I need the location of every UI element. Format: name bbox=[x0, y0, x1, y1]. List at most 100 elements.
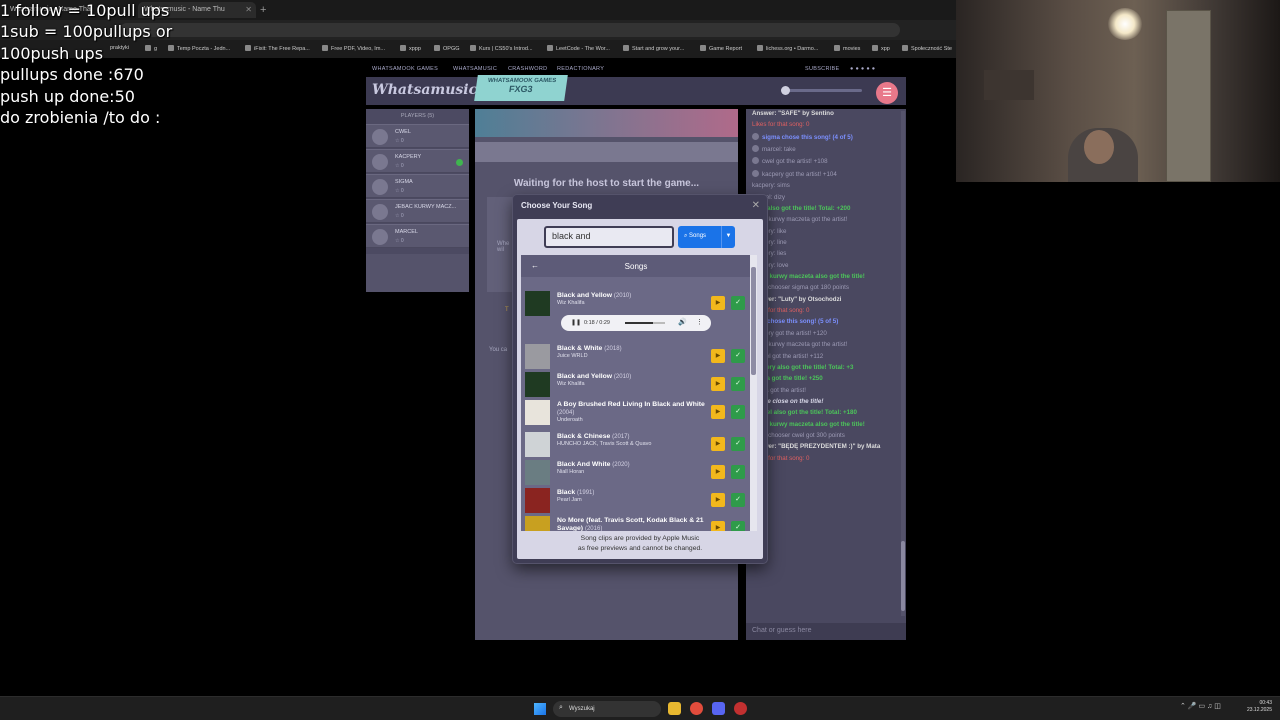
chat-scrollbar-thumb[interactable] bbox=[901, 541, 905, 611]
audio-progress-bar[interactable] bbox=[625, 322, 665, 324]
chat-message-text: kacpery also got the title! Total: +3 bbox=[752, 363, 854, 371]
nav-link-whatsamusic[interactable]: WHATSAMUSIC bbox=[453, 66, 497, 72]
player-row: KACPERY ☆ 0 bbox=[366, 149, 469, 173]
bookmark[interactable]: xppp bbox=[400, 45, 421, 52]
webcam-shelf bbox=[984, 70, 1034, 100]
volume-slider-knob[interactable] bbox=[781, 86, 790, 95]
volume-icon[interactable]: 🔊 bbox=[678, 318, 687, 326]
play-preview-icon[interactable]: ▶ bbox=[711, 437, 725, 451]
more-options-icon[interactable]: ⋮ bbox=[696, 318, 703, 326]
play-preview-icon[interactable]: ▶ bbox=[711, 493, 725, 507]
chat-scrollbar[interactable] bbox=[901, 111, 905, 616]
play-preview-icon[interactable]: ▶ bbox=[711, 377, 725, 391]
play-preview-icon[interactable]: ▶ bbox=[711, 465, 725, 479]
bookmark[interactable]: Kurs | CS50's Introd... bbox=[470, 45, 533, 52]
chat-input[interactable]: Chat or guess here bbox=[746, 623, 906, 640]
bookmark[interactable]: Społeczność Ste bbox=[902, 45, 952, 52]
select-song-icon[interactable]: ✓ bbox=[731, 465, 745, 479]
back-arrow-icon[interactable]: ← bbox=[531, 261, 539, 270]
song-result-row[interactable]: Black and Yellow (2010) Wiz Khalifa ▶ ✓ bbox=[521, 370, 749, 398]
file-explorer-icon[interactable] bbox=[668, 702, 681, 715]
opera-icon[interactable] bbox=[734, 702, 747, 715]
nav-link-crashword[interactable]: CRASHWORD bbox=[508, 66, 547, 72]
folder-icon bbox=[400, 45, 406, 51]
chat-message: You're close on the title! bbox=[748, 397, 900, 408]
chat-message: Likes for that song: 0 bbox=[748, 306, 900, 317]
chat-message: kacpery: line bbox=[748, 238, 900, 249]
song-year: (2010) bbox=[613, 374, 632, 380]
song-title-text: A Boy Brushed Red Living In Black and Wh… bbox=[557, 401, 705, 408]
bookmark[interactable]: OPGG bbox=[434, 45, 460, 52]
album-art bbox=[525, 344, 550, 369]
volume-slider[interactable] bbox=[781, 86, 862, 95]
nav-link-redactionary[interactable]: REDACTIONARY bbox=[557, 66, 604, 72]
search-songs-button[interactable]: ⌕ Songs ▼ bbox=[678, 226, 735, 248]
song-result-row[interactable]: A Boy Brushed Red Living In Black and Wh… bbox=[521, 398, 749, 426]
select-song-icon[interactable]: ✓ bbox=[731, 521, 745, 531]
folder-icon bbox=[834, 45, 840, 51]
nav-link-subscribe[interactable]: SUBSCRIBE bbox=[805, 66, 840, 72]
select-song-icon[interactable]: ✓ bbox=[731, 493, 745, 507]
song-result-row[interactable]: No More (feat. Travis Scott, Kodak Black… bbox=[521, 514, 749, 531]
play-preview-icon[interactable]: ▶ bbox=[711, 349, 725, 363]
windows-start-icon[interactable] bbox=[534, 703, 546, 715]
song-result-row[interactable]: Black (1991) Pearl Jam ▶ ✓ bbox=[521, 486, 749, 514]
pause-icon[interactable]: ❚❚ bbox=[571, 319, 581, 326]
chat-message: jebac kurwy maczeta also got the title! bbox=[748, 272, 900, 283]
hamburger-menu-icon[interactable]: ☰ bbox=[876, 82, 898, 104]
play-preview-icon[interactable]: ▶ bbox=[711, 296, 725, 310]
song-result-row[interactable]: Black and Yellow (2010) Wiz Khalifa ▶ ✓ bbox=[521, 289, 749, 317]
chrome-icon[interactable] bbox=[690, 702, 703, 715]
song-result-row[interactable]: Black And White (2020) Niall Horan ▶ ✓ bbox=[521, 458, 749, 486]
overlay-line: 100push ups bbox=[0, 43, 104, 63]
chat-panel: Answer: "SAFE" by Sentino Likes for that … bbox=[746, 109, 906, 640]
nav-link-whatsamook-games[interactable]: WHATSAMOOK GAMES bbox=[372, 66, 438, 72]
bookmark[interactable]: LeetCode - The Wor... bbox=[547, 45, 610, 52]
play-preview-icon[interactable]: ▶ bbox=[711, 521, 725, 531]
taskbar-clock[interactable]: 00:43 23.12.2025 bbox=[1240, 700, 1272, 713]
select-song-icon[interactable]: ✓ bbox=[731, 377, 745, 391]
song-title: Black & Chinese (2017) bbox=[557, 433, 707, 441]
discord-icon[interactable] bbox=[712, 702, 725, 715]
chat-message: marcel got the artist! +112 bbox=[748, 352, 900, 363]
song-result-row[interactable]: Black & Chinese (2017) HUNCHO JACK, Travi… bbox=[521, 430, 749, 458]
bookmark[interactable]: movies bbox=[834, 45, 860, 52]
bookmark[interactable]: Start and grow your... bbox=[623, 45, 684, 52]
song-title: Black & White (2018) bbox=[557, 345, 707, 353]
bookmark[interactable]: Free PDF, Video, Im... bbox=[322, 45, 385, 52]
overlay-line: 1 follow = 10pull ups bbox=[0, 1, 170, 20]
stage-info-text: You ca bbox=[489, 347, 508, 353]
bookmark[interactable]: lichess.org • Darmo... bbox=[757, 45, 818, 52]
select-song-icon[interactable]: ✓ bbox=[731, 349, 745, 363]
apple-music-note: Song clips are provided by Apple Music a… bbox=[517, 534, 763, 554]
song-year: (2020) bbox=[612, 462, 630, 468]
site-header: Whatsamusic WHATSAMOOK GAMES FXG3 ☰ bbox=[366, 75, 906, 105]
songs-scrollbar-thumb[interactable] bbox=[751, 267, 756, 375]
chat-message-text: Answer: "SAFE" by Sentino bbox=[752, 110, 834, 117]
system-tray[interactable]: ⌃ 🎤 ▭ ♫ ◫ bbox=[1180, 702, 1221, 710]
play-preview-icon[interactable]: ▶ bbox=[711, 405, 725, 419]
song-search-input[interactable]: black and bbox=[544, 226, 674, 248]
webcam-feed bbox=[956, 0, 1280, 182]
songs-scrollbar[interactable] bbox=[750, 255, 757, 531]
site-icon bbox=[757, 45, 763, 51]
social-icons[interactable]: ● ● ● ● ● bbox=[850, 66, 875, 72]
taskbar-search[interactable]: ⌕ Wyszukaj bbox=[553, 701, 661, 717]
select-song-icon[interactable]: ✓ bbox=[731, 296, 745, 310]
chat-message-text: jebac kurwy maczeta also got the title! bbox=[752, 420, 865, 428]
chevron-down-icon[interactable]: ▼ bbox=[721, 226, 735, 248]
song-title-text: Black and Yellow bbox=[557, 292, 613, 299]
select-song-icon[interactable]: ✓ bbox=[731, 405, 745, 419]
select-song-icon[interactable]: ✓ bbox=[731, 437, 745, 451]
album-art bbox=[525, 400, 550, 425]
site-logo[interactable]: Whatsamusic bbox=[372, 82, 477, 98]
chat-message: cwel chose this song! (5 of 5) bbox=[748, 317, 900, 328]
player-row: JEBAC KURWY MACZ... ☆ 0 bbox=[366, 199, 469, 223]
song-result-row[interactable]: Black & White (2018) Juice WRLD ▶ ✓ bbox=[521, 342, 749, 370]
bookmark[interactable]: Game Report bbox=[700, 45, 742, 52]
close-icon[interactable]: ✕ bbox=[752, 200, 760, 211]
chat-message: sigma chose this song! (4 of 5) bbox=[748, 132, 900, 144]
new-tab-icon[interactable]: + bbox=[260, 4, 266, 16]
chat-message: kacpery got the artist! +120 bbox=[748, 329, 900, 340]
bookmark[interactable]: xpp bbox=[872, 45, 890, 52]
